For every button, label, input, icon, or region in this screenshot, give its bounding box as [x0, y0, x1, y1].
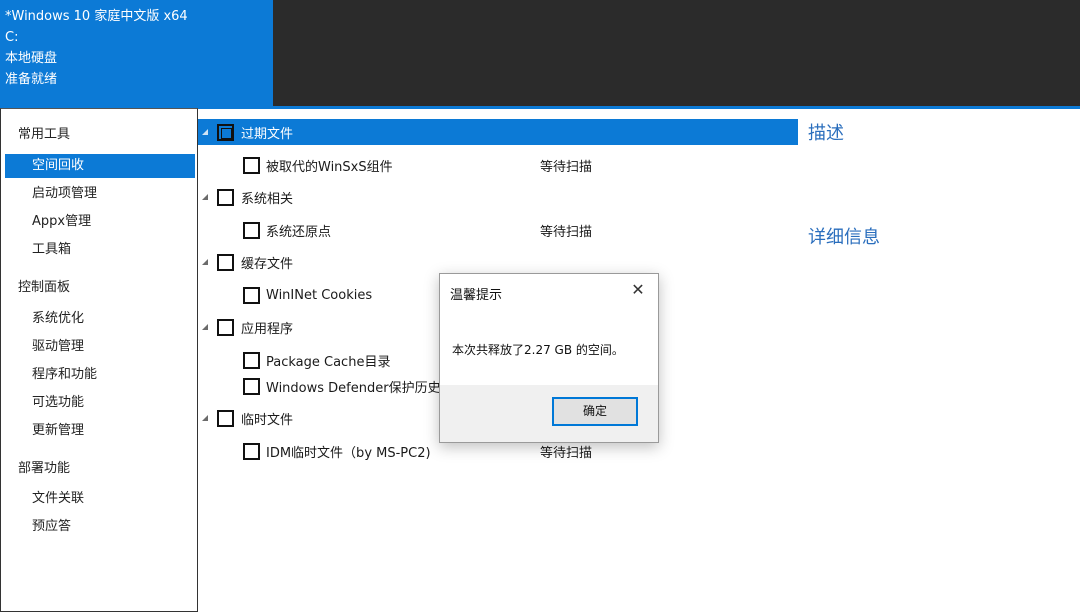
sidebar-item-pre-answer[interactable]: 预应答 [5, 515, 195, 539]
item-label: Windows Defender保护历史 [266, 380, 441, 396]
sidebar-item-space-reclaim[interactable]: 空间回收 [5, 154, 195, 178]
category-label: 应用程序 [241, 321, 294, 337]
item-checkbox[interactable] [243, 351, 260, 369]
category-checkbox[interactable] [217, 123, 234, 141]
item-label: Package Cache目录 [266, 354, 391, 370]
item-label: IDM临时文件（by MS-PC2) [266, 445, 431, 461]
notice-dialog: 温馨提示 ✕ 本次共释放了2.27 GB 的空间。 确定 [439, 273, 659, 443]
close-icon[interactable]: ✕ [624, 278, 652, 302]
expand-triangle-icon[interactable] [202, 194, 208, 200]
category-checkbox[interactable] [217, 409, 234, 427]
nav-group-header: 控制面板 [18, 280, 71, 295]
category-label: 临时文件 [241, 412, 294, 428]
system-info-panel: *Windows 10 家庭中文版 x64 C: 本地硬盘 准备就绪 [0, 0, 273, 108]
category-checkbox[interactable] [217, 318, 234, 336]
nav-group-header: 部署功能 [18, 461, 71, 476]
sidebar-item-driver-manager[interactable]: 驱动管理 [5, 335, 195, 359]
item-checkbox[interactable] [243, 286, 260, 304]
item-checkbox[interactable] [243, 442, 260, 460]
sidebar-item-programs-features[interactable]: 程序和功能 [5, 363, 195, 387]
item-checkbox[interactable] [243, 221, 260, 239]
sidebar-item-system-optimize[interactable]: 系统优化 [5, 307, 195, 331]
description-heading: 描述 [808, 123, 844, 144]
tree-category-row[interactable]: 系统相关 [198, 184, 798, 210]
item-status: 等待扫描 [540, 159, 593, 175]
sidebar-item-appx-manager[interactable]: Appx管理 [5, 210, 195, 234]
tree-item-row[interactable]: 系统还原点 等待扫描 [198, 217, 798, 243]
item-label: WinINet Cookies [266, 287, 373, 303]
category-label: 系统相关 [241, 191, 294, 207]
sidebar-item-file-association[interactable]: 文件关联 [5, 487, 195, 511]
item-status: 等待扫描 [540, 445, 593, 461]
nav-group-header: 常用工具 [18, 127, 71, 142]
item-checkbox[interactable] [243, 377, 260, 395]
tree-category-row[interactable]: 过期文件 [198, 119, 798, 145]
item-checkbox[interactable] [243, 156, 260, 174]
expand-triangle-icon[interactable] [202, 259, 208, 265]
item-status: 等待扫描 [540, 224, 593, 240]
category-label: 缓存文件 [241, 256, 294, 272]
item-label: 系统还原点 [266, 224, 332, 240]
expand-triangle-icon[interactable] [202, 129, 208, 135]
os-version: *Windows 10 家庭中文版 x64 [5, 9, 188, 24]
dialog-title: 温馨提示 [450, 288, 503, 303]
dialog-footer: 确定 [440, 385, 658, 442]
disk-type: 本地硬盘 [5, 51, 58, 66]
expand-triangle-icon[interactable] [202, 324, 208, 330]
drive-letter: C: [5, 30, 19, 45]
category-checkbox[interactable] [217, 188, 234, 206]
sidebar-item-update-manager[interactable]: 更新管理 [5, 419, 195, 443]
detail-info-heading: 详细信息 [808, 227, 880, 248]
expand-triangle-icon[interactable] [202, 415, 208, 421]
category-checkbox[interactable] [217, 253, 234, 271]
ok-button[interactable]: 确定 [552, 397, 638, 426]
sidebar-item-toolbox[interactable]: 工具箱 [5, 238, 195, 262]
tree-category-row[interactable]: 缓存文件 [198, 249, 798, 275]
tree-item-row[interactable]: 被取代的WinSxS组件 等待扫描 [198, 152, 798, 178]
dialog-message: 本次共释放了2.27 GB 的空间。 [452, 343, 624, 357]
sidebar-item-optional-features[interactable]: 可选功能 [5, 391, 195, 415]
sidebar: 常用工具 空间回收 启动项管理 Appx管理 工具箱 控制面板 系统优化 驱动管… [0, 108, 198, 612]
status-text: 准备就绪 [5, 72, 58, 87]
category-label: 过期文件 [241, 126, 294, 142]
item-label: 被取代的WinSxS组件 [266, 159, 393, 175]
sidebar-item-startup-manager[interactable]: 启动项管理 [5, 182, 195, 206]
